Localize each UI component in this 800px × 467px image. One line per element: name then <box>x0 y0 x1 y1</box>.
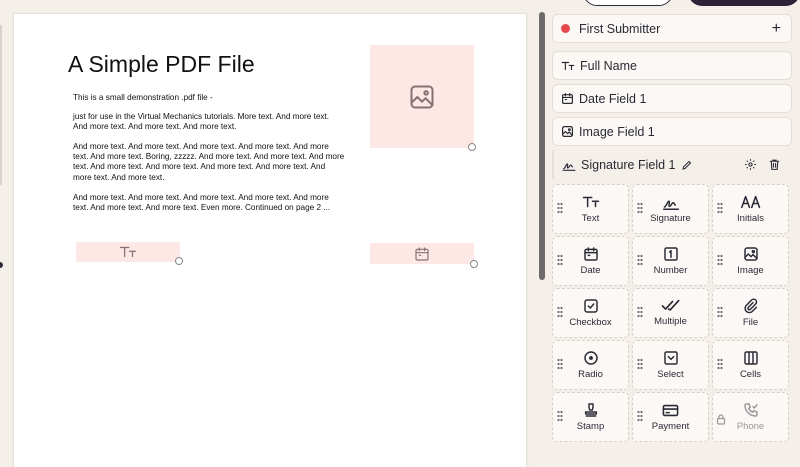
text-icon <box>561 61 575 70</box>
field-type-signature[interactable]: Signature <box>632 184 709 234</box>
image-field-box[interactable] <box>370 45 474 148</box>
field-type-file[interactable]: File <box>712 288 789 338</box>
field-type-label: Checkbox <box>569 317 612 328</box>
field-type-initials[interactable]: Initials <box>712 184 789 234</box>
field-type-label: Signature <box>650 213 691 224</box>
field-type-label: Phone <box>736 421 765 432</box>
signature-icon <box>562 163 576 171</box>
select-icon <box>663 351 678 365</box>
checkbox-icon <box>583 299 598 313</box>
field-type-label: Select <box>657 369 684 380</box>
field-type-checkbox[interactable]: Checkbox <box>552 288 629 338</box>
gear-icon[interactable] <box>744 158 757 171</box>
field-item-signature[interactable]: Signature Field 1 <box>552 150 792 179</box>
image-icon <box>743 247 758 261</box>
field-item-label: Image Field 1 <box>579 124 655 139</box>
field-item-label: Date Field 1 <box>579 91 647 106</box>
document-page: A Simple PDF File This is a small demons… <box>13 13 527 467</box>
plus-icon[interactable]: + <box>772 20 781 38</box>
drag-handle-icon[interactable] <box>557 254 563 266</box>
field-type-label: Image <box>737 265 764 276</box>
fields-sidebar: First Submitter + Full Name Date Field 1… <box>549 0 800 467</box>
calendar-icon <box>562 93 573 104</box>
field-type-label: Multiple <box>654 316 687 327</box>
multiple-check-icon <box>661 299 680 311</box>
pencil-icon[interactable] <box>681 159 693 171</box>
text-field-box[interactable] <box>76 242 180 262</box>
signature-icon <box>662 200 679 210</box>
document-paragraph: And more text. And more text. And more t… <box>73 142 345 182</box>
document-paragraph: And more text. And more text. And more t… <box>73 193 331 213</box>
text-icon <box>119 246 137 258</box>
submitter-selector[interactable]: First Submitter + <box>552 14 792 43</box>
field-type-label: File <box>742 317 759 328</box>
drag-handle-icon[interactable] <box>557 358 563 370</box>
drag-handle-icon[interactable] <box>717 254 723 266</box>
document-scrollbar[interactable] <box>539 12 545 280</box>
date-field-box[interactable] <box>370 243 474 264</box>
image-field-resize-handle[interactable] <box>468 143 476 151</box>
drag-handle-icon[interactable] <box>717 202 723 214</box>
payment-icon <box>662 404 679 416</box>
field-item-date[interactable]: Date Field 1 <box>552 84 792 113</box>
field-type-radio[interactable]: Radio <box>552 340 629 390</box>
drag-handle-icon[interactable] <box>557 202 563 214</box>
calendar-icon <box>415 246 429 261</box>
field-type-label: Number <box>653 265 688 276</box>
drag-handle-icon[interactable] <box>557 306 563 318</box>
field-type-label: Payment <box>651 420 690 432</box>
text-field-resize-handle[interactable] <box>175 257 183 265</box>
drag-handle-icon[interactable] <box>637 358 643 370</box>
submitter-label: First Submitter <box>579 21 661 36</box>
radio-icon <box>583 351 598 365</box>
drag-handle-icon[interactable] <box>637 410 643 422</box>
drag-handle-icon[interactable] <box>717 358 723 370</box>
submitter-color-dot <box>561 24 570 33</box>
calendar-icon <box>583 247 598 261</box>
left-panel-edge <box>0 0 12 467</box>
text-icon <box>582 196 599 208</box>
drag-handle-icon[interactable] <box>557 410 563 422</box>
field-type-select[interactable]: Select <box>632 340 709 390</box>
left-handle-dot[interactable] <box>0 262 3 268</box>
field-type-multiple[interactable]: Multiple <box>632 288 709 338</box>
field-item-image[interactable]: Image Field 1 <box>552 117 792 146</box>
field-type-number[interactable]: Number <box>632 236 709 286</box>
field-type-label: Text <box>581 213 600 224</box>
field-type-payment[interactable]: Payment <box>632 392 709 442</box>
phone-icon <box>743 403 758 417</box>
field-type-label: Date <box>580 265 601 276</box>
document-paragraph: just for use in the Virtual Mechanics tu… <box>73 112 330 132</box>
image-icon <box>410 85 434 108</box>
cells-icon <box>743 351 758 365</box>
field-type-cells[interactable]: Cells <box>712 340 789 390</box>
drag-handle-icon[interactable] <box>637 202 643 214</box>
field-type-date[interactable]: Date <box>552 236 629 286</box>
paperclip-icon <box>743 298 757 314</box>
drag-handle-icon[interactable] <box>717 306 723 318</box>
field-item-full-name[interactable]: Full Name <box>552 51 792 80</box>
field-type-stamp[interactable]: Stamp <box>552 392 629 442</box>
stamp-icon <box>584 403 597 417</box>
date-field-resize-handle[interactable] <box>470 260 478 268</box>
number-icon <box>663 247 678 261</box>
initials-icon <box>740 195 760 209</box>
field-type-label: Stamp <box>576 421 605 432</box>
image-icon <box>562 126 573 137</box>
left-divider <box>0 25 2 185</box>
field-type-label: Initials <box>737 213 764 224</box>
lock-icon <box>716 414 726 425</box>
trash-icon[interactable] <box>768 158 781 171</box>
drag-handle-icon[interactable] <box>637 306 643 318</box>
field-type-text[interactable]: Text <box>552 184 629 234</box>
field-item-label: Full Name <box>580 58 637 73</box>
document-paragraph: This is a small demonstration .pdf file … <box>73 93 213 102</box>
drag-handle-icon[interactable] <box>637 254 643 266</box>
field-type-image[interactable]: Image <box>712 236 789 286</box>
field-type-label: Cells <box>739 369 762 380</box>
document-title: A Simple PDF File <box>68 51 255 77</box>
field-type-label: Radio <box>578 369 603 380</box>
field-type-phone: Phone <box>712 392 789 442</box>
field-item-label: Signature Field 1 <box>581 157 676 172</box>
